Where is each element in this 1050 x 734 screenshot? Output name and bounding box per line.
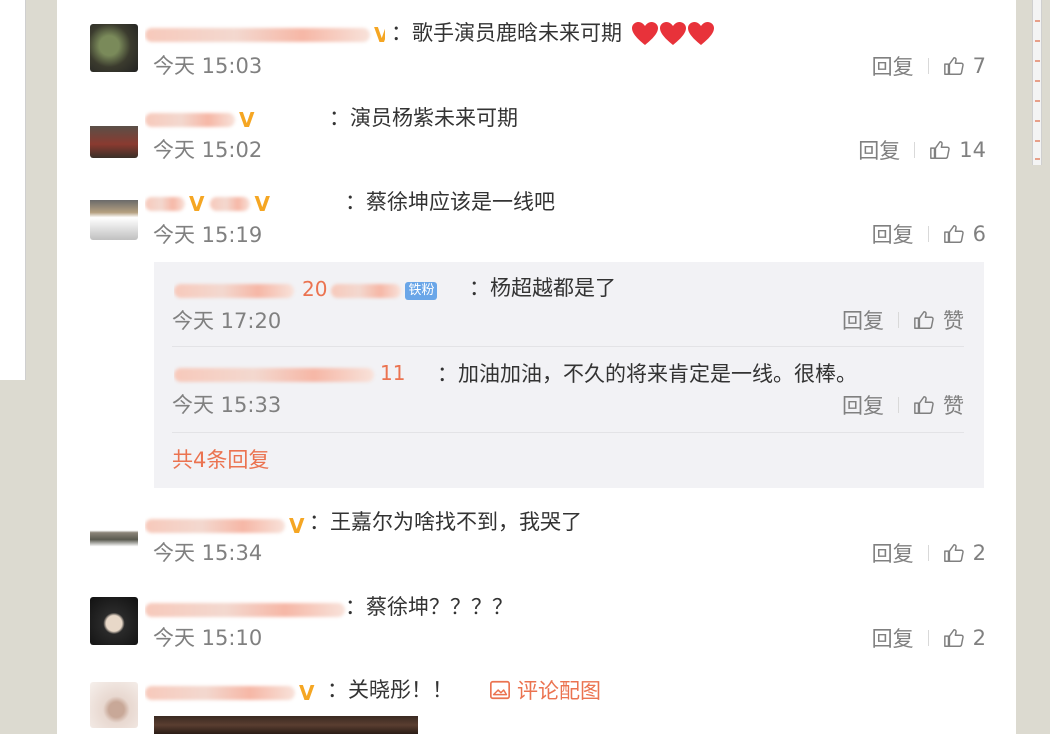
scroll-tick — [1035, 120, 1040, 122]
verified-v-icon: V — [374, 22, 385, 47]
reply-button[interactable]: 回复 — [872, 623, 914, 653]
comment-actions: 回复 14 — [858, 136, 986, 164]
reply-actions: 回复 赞 — [842, 306, 964, 334]
verified-v-icon: V — [239, 107, 255, 132]
comment-actions: 回复 7 — [872, 52, 986, 80]
comment-content: ：歌手演员鹿晗未来可期 — [391, 19, 715, 47]
comment-time: 今天 15:02 — [153, 138, 263, 162]
reply-divider — [172, 346, 964, 347]
comment-content: ：关晓彤！！ — [327, 676, 453, 704]
avatar[interactable] — [90, 112, 138, 158]
reply-time: 今天 15:33 — [172, 393, 282, 417]
scroll-tick — [1035, 80, 1040, 82]
like-count[interactable]: 6 — [973, 222, 986, 246]
comment-actions: 回复 2 — [872, 539, 986, 567]
thumbs-up-icon[interactable] — [913, 394, 935, 416]
divider — [927, 58, 929, 74]
username-redacted[interactable]: 11 — [174, 360, 474, 386]
scrollbar[interactable] — [1032, 0, 1042, 165]
scroll-tick — [1035, 20, 1040, 22]
comment-content: ：演员杨紫未来可期 — [329, 104, 518, 132]
heart-icon — [687, 21, 715, 47]
more-replies-link[interactable]: 共4条回复 — [172, 446, 269, 474]
thumbs-up-icon[interactable] — [943, 627, 965, 649]
hearts — [631, 21, 715, 47]
reply-content: ：加油加油，不久的将来肯定是一线。很棒。 — [437, 360, 857, 388]
thumbs-up-icon[interactable] — [913, 309, 935, 331]
username-redacted[interactable]: V — [145, 20, 385, 46]
reply-content: ：杨超越都是了 — [469, 274, 616, 302]
like-count[interactable]: 2 — [973, 541, 986, 565]
comment-content: ：蔡徐坤？？？？ — [345, 593, 513, 621]
image-link-label[interactable]: 评论配图 — [517, 675, 601, 705]
username-fragment: 11 — [380, 361, 406, 385]
reply-text: ：杨超越都是了 — [469, 276, 616, 300]
comment-actions: 回复 2 — [872, 624, 986, 652]
verified-v-icon: V — [289, 513, 305, 538]
reply-button[interactable]: 回复 — [872, 219, 914, 249]
comment-image-thumbnail[interactable] — [154, 716, 418, 734]
reply-thread: 20 铁粉 ：杨超越都是了 今天 17:20 回复 赞 11 ：加油加油，不久的… — [154, 262, 984, 488]
verified-v-icon: V — [189, 191, 205, 216]
verified-v-icon: V — [299, 680, 315, 705]
divider — [927, 545, 929, 561]
username-redacted[interactable]: 20 铁粉 — [174, 276, 494, 302]
reply-button[interactable]: 回复 — [842, 305, 884, 335]
like-count[interactable]: 7 — [973, 54, 986, 78]
divider — [927, 630, 929, 646]
avatar[interactable] — [90, 24, 138, 72]
like-label[interactable]: 赞 — [943, 305, 964, 335]
comment-text: ：蔡徐坤？？？？ — [345, 595, 513, 619]
thumbs-up-icon[interactable] — [943, 55, 965, 77]
thumbs-up-icon[interactable] — [943, 223, 965, 245]
thumbs-up-icon[interactable] — [943, 542, 965, 564]
divider — [898, 397, 899, 413]
comment-time: 今天 15:03 — [153, 54, 263, 78]
reply-text: ：加油加油，不久的将来肯定是一线。很棒。 — [437, 362, 857, 386]
reply-divider — [172, 432, 964, 433]
reply-button[interactable]: 回复 — [858, 135, 900, 165]
like-count[interactable]: 14 — [959, 138, 986, 162]
comment-text: ：关晓彤！！ — [327, 678, 453, 702]
reply-button[interactable]: 回复 — [842, 390, 884, 420]
comment-text: ：王嘉尔为啥找不到，我哭了 — [309, 510, 582, 534]
comment-time: 今天 15:34 — [153, 541, 263, 565]
verified-v-icon: V — [254, 191, 270, 216]
thumbs-up-icon[interactable] — [929, 139, 951, 161]
reply-button[interactable]: 回复 — [872, 538, 914, 568]
reply-button[interactable]: 回复 — [872, 51, 914, 81]
comment-text: ：演员杨紫未来可期 — [329, 106, 518, 130]
comment-time: 今天 15:19 — [153, 223, 263, 247]
divider — [898, 312, 899, 328]
comment-text: ：歌手演员鹿晗未来可期 — [391, 21, 622, 45]
like-label[interactable]: 赞 — [943, 390, 964, 420]
scroll-tick — [1035, 60, 1040, 62]
avatar[interactable] — [90, 190, 138, 240]
comment-content: ：蔡徐坤应该是一线吧 — [345, 188, 555, 216]
reply-time: 今天 17:20 — [172, 309, 282, 333]
avatar[interactable] — [90, 512, 138, 558]
like-count[interactable]: 2 — [973, 626, 986, 650]
username-fragment: 20 — [302, 277, 328, 301]
comment-actions: 回复 6 — [872, 220, 986, 248]
fan-badge: 铁粉 — [405, 281, 438, 300]
comment-image-link[interactable]: 评论配图 — [489, 676, 601, 704]
heart-icon — [631, 21, 659, 47]
comment-time: 今天 15:10 — [153, 626, 263, 650]
scroll-tick — [1035, 40, 1040, 42]
divider — [927, 226, 929, 242]
reply-actions: 回复 赞 — [842, 391, 964, 419]
avatar[interactable] — [90, 597, 138, 645]
comment-content: ：王嘉尔为啥找不到，我哭了 — [309, 508, 582, 536]
image-icon — [490, 680, 510, 700]
scroll-tick — [1035, 158, 1040, 160]
comment-list: V ：歌手演员鹿晗未来可期 今天 15:03 回复 7 V ：演员杨紫未来可期 … — [57, 0, 1016, 734]
scroll-tick — [1035, 140, 1040, 142]
avatar[interactable] — [90, 682, 138, 728]
left-panel — [0, 0, 26, 380]
heart-icon — [659, 21, 687, 47]
scroll-tick — [1035, 100, 1040, 102]
comment-text: ：蔡徐坤应该是一线吧 — [345, 190, 555, 214]
divider — [914, 142, 916, 158]
